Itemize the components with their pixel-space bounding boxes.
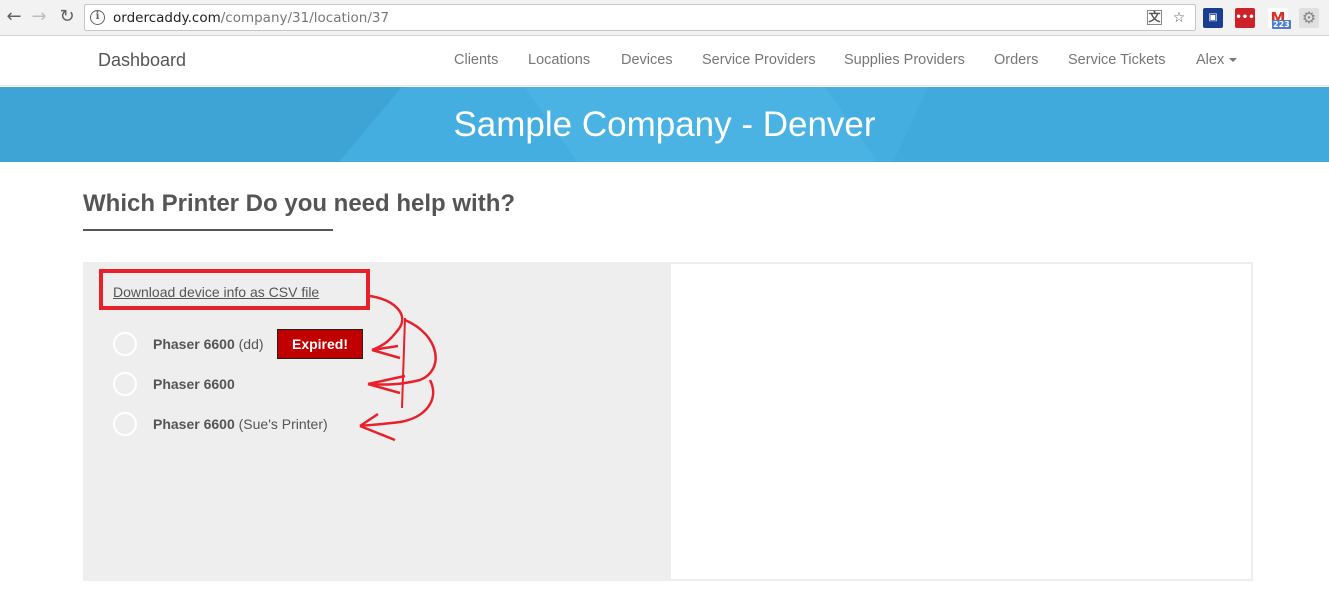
nav-service-providers[interactable]: Service Providers [702, 52, 816, 68]
url-host: ordercaddy.com [113, 10, 221, 26]
site-info-icon[interactable]: i [90, 10, 105, 25]
printer-name: Phaser 6600 [153, 416, 235, 432]
nav-locations[interactable]: Locations [528, 52, 590, 68]
printer-nickname: (dd) [238, 336, 264, 352]
caret-down-icon [1229, 58, 1238, 63]
url-text: ordercaddy.com/company/31/location/37 [113, 10, 389, 26]
reload-icon[interactable]: ↻ [56, 6, 78, 28]
url-path: /company/31/location/37 [220, 10, 390, 26]
user-menu-dropdown[interactable]: Alex [1196, 52, 1238, 68]
site-navbar: Dashboard Clients Locations Devices Serv… [0, 37, 1329, 86]
browser-toolbar: ← → ↻ i ordercaddy.com/company/31/locati… [0, 0, 1329, 36]
extension-icon-1[interactable]: ▣ [1203, 8, 1223, 28]
expired-badge: Expired! [277, 329, 363, 359]
printer-nickname: (Sue's Printer) [238, 416, 328, 432]
nav-service-tickets[interactable]: Service Tickets [1068, 52, 1166, 68]
printer-name: Phaser 6600 [153, 336, 235, 352]
gmail-icon[interactable]: M 223 [1268, 8, 1291, 29]
radio-button[interactable] [113, 332, 137, 356]
address-bar[interactable]: i ordercaddy.com/company/31/location/37 … [84, 4, 1196, 31]
translate-icon[interactable]: 文 [1147, 10, 1162, 25]
heading-underline [83, 229, 333, 231]
radio-button[interactable] [113, 372, 137, 396]
lastpass-icon[interactable]: ••• [1235, 8, 1255, 28]
nav-supplies-providers[interactable]: Supplies Providers [844, 52, 965, 68]
nav-orders[interactable]: Orders [994, 52, 1038, 68]
nav-clients[interactable]: Clients [454, 52, 498, 68]
forward-arrow-icon[interactable]: → [28, 6, 50, 28]
user-name: Alex [1196, 52, 1225, 68]
brand-dashboard-link[interactable]: Dashboard [98, 50, 186, 71]
printer-name: Phaser 6600 [153, 376, 235, 392]
settings-gear-icon[interactable]: ⚙ [1299, 8, 1319, 28]
download-csv-link[interactable]: Download device info as CSV file [113, 284, 319, 300]
gmail-badge: 223 [1272, 20, 1291, 29]
back-arrow-icon[interactable]: ← [3, 6, 25, 28]
section-heading: Which Printer Do you need help with? [83, 190, 516, 217]
page-title: Sample Company - Denver [453, 105, 876, 144]
radio-button[interactable] [113, 412, 137, 436]
detail-panel [669, 262, 1253, 581]
nav-devices[interactable]: Devices [621, 52, 673, 68]
hero-banner: Sample Company - Denver [0, 87, 1329, 162]
bookmark-star-icon[interactable]: ☆ [1170, 9, 1188, 27]
